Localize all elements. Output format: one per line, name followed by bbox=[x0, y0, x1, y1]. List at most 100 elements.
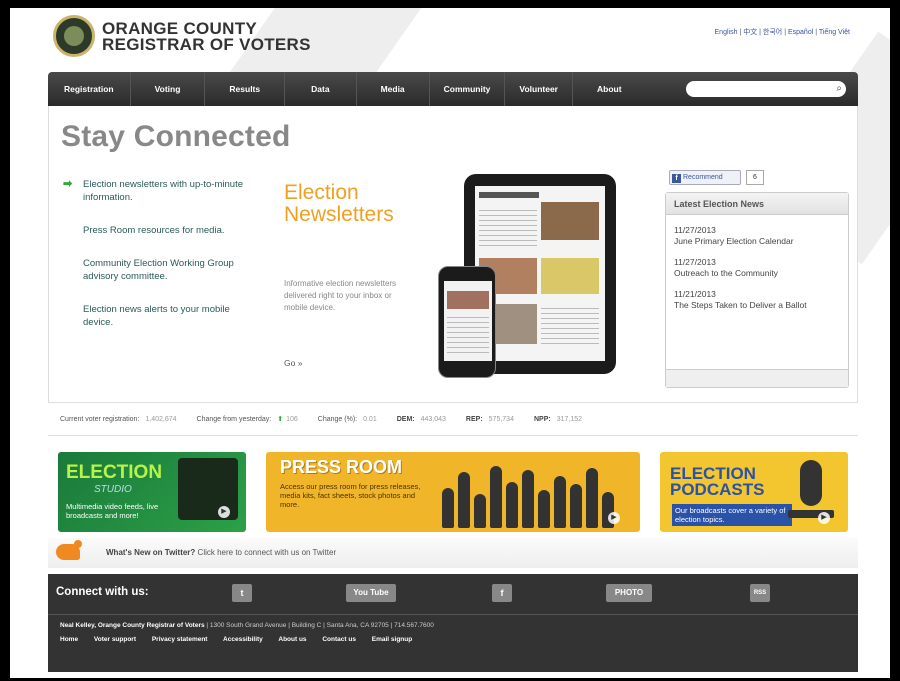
feature-title-line1: Election bbox=[284, 181, 359, 204]
language-link-korean[interactable]: 한국어 bbox=[763, 29, 782, 36]
news-item[interactable]: 11/27/2013 Outreach to the Community bbox=[666, 247, 848, 279]
nav-registration[interactable]: Registration bbox=[48, 72, 131, 106]
nav-data[interactable]: Data bbox=[285, 72, 357, 106]
play-icon[interactable]: ▶ bbox=[818, 512, 830, 524]
stat-value: 106 bbox=[286, 416, 298, 423]
stat-change: Change from yesterday: ⬆ 106 bbox=[197, 415, 298, 423]
twitter-icon[interactable]: t bbox=[232, 584, 252, 602]
election-podcasts-banner[interactable]: ELECTION PODCASTS Our broadcasts cover a… bbox=[660, 452, 848, 532]
election-studio-banner[interactable]: ELECTION STUDIO Multimedia video feeds, … bbox=[58, 452, 246, 532]
footer-link-home[interactable]: Home bbox=[60, 636, 78, 643]
news-item[interactable]: 11/21/2013 The Steps Taken to Deliver a … bbox=[666, 279, 848, 311]
footer-registrar: Neal Kelley, Orange County Registrar of … bbox=[60, 622, 205, 629]
news-title[interactable]: June Primary Election Calendar bbox=[674, 236, 840, 247]
feature-list-item[interactable]: ➡ Election newsletters with up-to-minute… bbox=[63, 178, 248, 204]
footer-link-about-us[interactable]: About us bbox=[278, 636, 306, 643]
news-title[interactable]: Outreach to the Community bbox=[674, 268, 840, 279]
arrow-right-icon: ➡ bbox=[63, 178, 73, 190]
rss-icon[interactable]: RSS bbox=[750, 584, 770, 602]
banner-description: Multimedia video feeds, live broadcasts … bbox=[66, 502, 159, 520]
stat-label: DEM: bbox=[396, 415, 415, 423]
feature-list-item[interactable]: Election news alerts to your mobile devi… bbox=[63, 303, 248, 329]
stat-dem: DEM: 443,043 bbox=[397, 416, 446, 423]
latest-news-footer bbox=[666, 369, 848, 387]
phone-screen bbox=[444, 281, 492, 361]
news-title[interactable]: The Steps Taken to Deliver a Ballot bbox=[674, 300, 824, 311]
footer-link-contact-us[interactable]: Contact us bbox=[322, 636, 356, 643]
stat-npp: NPP: 317,152 bbox=[534, 416, 582, 423]
banner-title: ELECTION PODCASTS bbox=[670, 465, 765, 499]
stat-change-pct: Change (%): 0.01 bbox=[318, 416, 377, 423]
page-title: Stay Connected bbox=[61, 120, 291, 153]
language-link-english[interactable]: English bbox=[715, 29, 738, 36]
recommend-count: 6 bbox=[746, 170, 764, 185]
screen-photo bbox=[541, 258, 599, 294]
microphones-icon bbox=[442, 462, 632, 528]
connect-label: Connect with us: bbox=[56, 586, 149, 598]
twitter-bird-icon bbox=[56, 540, 82, 560]
feature-go-link[interactable]: Go » bbox=[284, 358, 302, 368]
search-icon[interactable]: ⌕ bbox=[836, 83, 842, 94]
language-link-spanish[interactable]: Español bbox=[788, 29, 813, 36]
screen-photo bbox=[447, 291, 489, 309]
feature-description: Informative election newsletters deliver… bbox=[284, 279, 397, 312]
press-room-banner[interactable]: PRESS ROOM Access our press room for pre… bbox=[266, 452, 640, 532]
language-link-vietnamese[interactable]: Tiếng Việt bbox=[819, 29, 850, 36]
feature-list-item[interactable]: Community Election Working Group advisor… bbox=[63, 257, 248, 283]
main-nav: Registration Voting Results Data Media C… bbox=[48, 72, 858, 106]
latest-news-heading: Latest Election News bbox=[666, 193, 848, 215]
news-item[interactable]: 11/27/2013 June Primary Election Calenda… bbox=[666, 215, 848, 247]
nav-community[interactable]: Community bbox=[430, 72, 506, 106]
twitter-text[interactable]: What's New on Twitter? Click here to con… bbox=[106, 548, 336, 557]
banner-title: PRESS ROOM bbox=[280, 457, 403, 477]
twitter-strip[interactable]: What's New on Twitter? Click here to con… bbox=[48, 538, 858, 568]
stat-value: 575,734 bbox=[488, 415, 514, 423]
nav-media[interactable]: Media bbox=[357, 72, 430, 106]
feature-list-item-label: Press Room resources for media. bbox=[83, 225, 225, 236]
nav-about[interactable]: About bbox=[573, 72, 646, 106]
latest-news-panel: Latest Election News 11/27/2013 June Pri… bbox=[665, 192, 849, 388]
news-date: 11/21/2013 bbox=[674, 289, 716, 299]
youtube-icon[interactable]: You Tube bbox=[346, 584, 396, 602]
nav-volunteer[interactable]: Volunteer bbox=[505, 72, 573, 106]
screen-photo bbox=[541, 202, 599, 240]
search-input[interactable] bbox=[686, 81, 846, 97]
feature-list: ➡ Election newsletters with up-to-minute… bbox=[63, 178, 248, 349]
site-header: ORANGE COUNTY REGISTRAR OF VOTERS Englis… bbox=[10, 8, 890, 72]
facebook-recommend-button[interactable]: f Recommend bbox=[669, 170, 741, 185]
footer-link-email-signup[interactable]: Email signup bbox=[372, 636, 412, 643]
banner-title-line2: PODCASTS bbox=[670, 480, 765, 499]
stat-registration: Current voter registration: 1,402,674 bbox=[60, 416, 177, 423]
facebook-icon[interactable]: f bbox=[492, 584, 512, 602]
stat-rep: REP: 575,734 bbox=[466, 416, 514, 423]
play-icon[interactable]: ▶ bbox=[218, 506, 230, 518]
screen-header bbox=[479, 192, 539, 198]
banner-description: Access our press room for press releases… bbox=[280, 482, 421, 509]
twitter-link-text: Click here to connect with us on Twitter bbox=[195, 548, 337, 557]
footer-link-privacy[interactable]: Privacy statement bbox=[152, 636, 208, 643]
photo-icon[interactable]: PHOTO bbox=[606, 584, 652, 602]
footer-link-accessibility[interactable]: Accessibility bbox=[223, 636, 263, 643]
site-title[interactable]: ORANGE COUNTY REGISTRAR OF VOTERS bbox=[102, 20, 311, 54]
stat-value: 0.01 bbox=[363, 415, 377, 423]
nav-results[interactable]: Results bbox=[205, 72, 286, 106]
news-date: 11/27/2013 bbox=[674, 225, 716, 235]
language-links: English | 中文 | 한국어 | Español | Tiếng Việ… bbox=[714, 29, 850, 36]
arrow-up-icon: ⬆ bbox=[277, 416, 284, 423]
language-link-chinese[interactable]: 中文 bbox=[743, 29, 757, 36]
feature-list-item-label: Election newsletters with up-to-minute i… bbox=[83, 179, 243, 203]
twitter-lead: What's New on Twitter? bbox=[106, 548, 196, 557]
footer-link-voter-support[interactable]: Voter support bbox=[94, 636, 136, 643]
feature-list-item[interactable]: Press Room resources for media. bbox=[63, 224, 248, 237]
feature-title-line2: Newsletters bbox=[284, 203, 394, 226]
stat-value: 317,152 bbox=[556, 415, 583, 423]
play-icon[interactable]: ▶ bbox=[608, 512, 620, 524]
nav-voting[interactable]: Voting bbox=[131, 72, 206, 106]
microphone-icon bbox=[800, 460, 822, 506]
banner-title: ELECTION bbox=[66, 462, 163, 483]
news-date: 11/27/2013 bbox=[674, 257, 716, 267]
county-seal-logo[interactable] bbox=[53, 15, 95, 57]
stat-label: REP: bbox=[465, 415, 483, 423]
site-title-line2: REGISTRAR OF VOTERS bbox=[102, 35, 311, 54]
screen-text bbox=[447, 313, 489, 357]
